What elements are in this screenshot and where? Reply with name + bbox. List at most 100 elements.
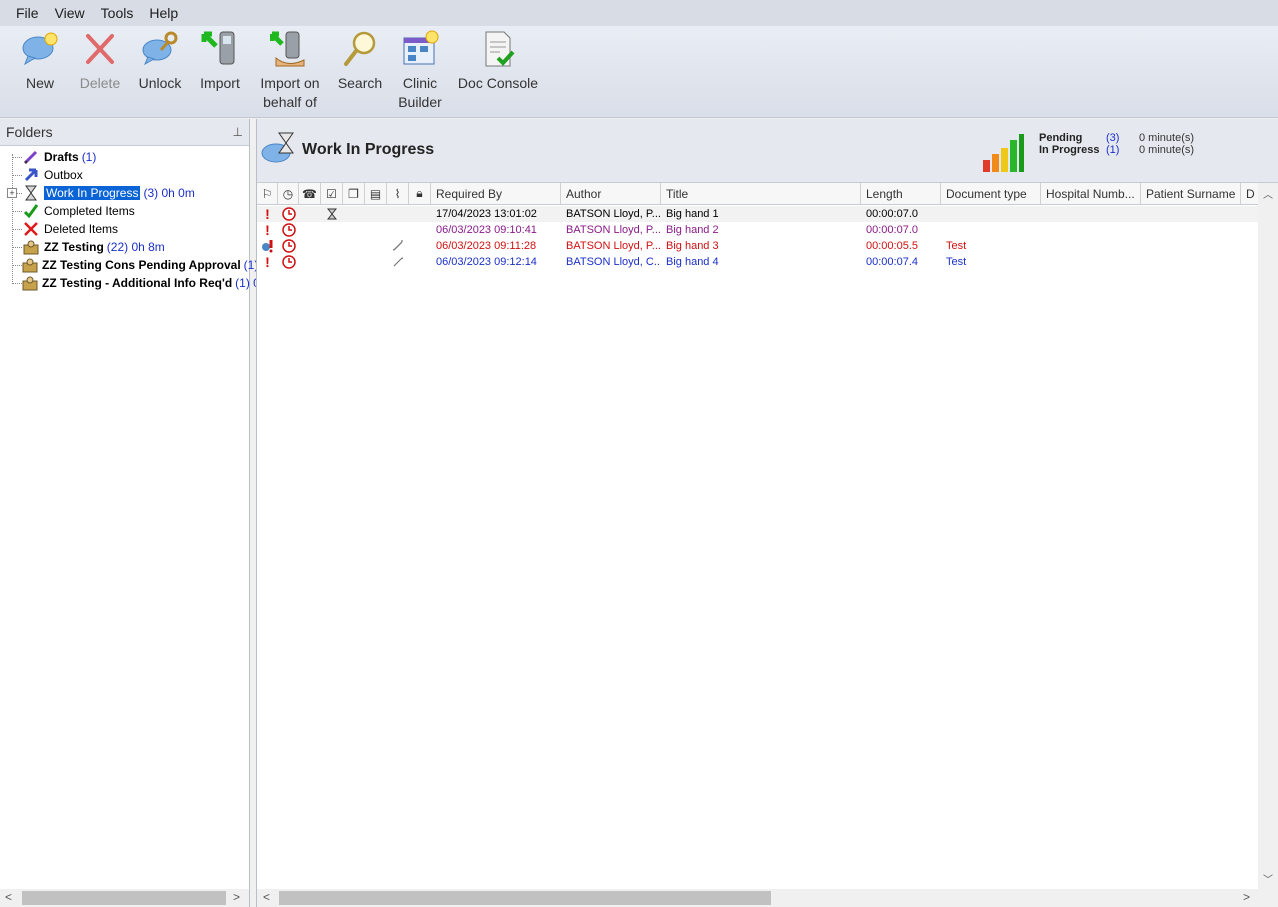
- menu-view[interactable]: View: [47, 5, 93, 21]
- doc-console-label: Doc Console: [457, 75, 539, 91]
- alarm-clock-icon: [278, 238, 299, 254]
- scroll-up-icon[interactable]: ︿: [1263, 186, 1273, 201]
- col-length[interactable]: Length: [861, 183, 941, 204]
- clock-icon: ◷: [282, 186, 294, 201]
- import-device-icon: [201, 31, 235, 65]
- new-button[interactable]: New: [16, 28, 64, 93]
- page-title: Work In Progress: [302, 141, 435, 158]
- col-hospital-number[interactable]: Hospital Numb...: [1041, 183, 1141, 204]
- cell-author: BATSON Lloyd, P...: [566, 224, 661, 236]
- ribbon-toolbar: New Delete Unlock Import Import on behal…: [0, 26, 1278, 118]
- doc-console-button[interactable]: Doc Console: [456, 28, 540, 93]
- grid-hscrollbar[interactable]: < >: [257, 889, 1278, 907]
- pending-label: Pending: [1039, 132, 1083, 144]
- grid-vscrollbar[interactable]: ︿ ﹀: [1258, 183, 1278, 889]
- cell-author: BATSON Lloyd, P...: [566, 240, 661, 252]
- cell-length: 00:00:07.0: [866, 208, 918, 220]
- col-phone[interactable]: ☎: [299, 183, 321, 204]
- folder-zz-testing[interactable]: ZZ Testing (22) 0h 8m: [0, 238, 249, 256]
- menu-help[interactable]: Help: [141, 5, 186, 21]
- grid-header: ⚐ ◷ ☎ ☑ ❐ ▤ ⌇ 🔒︎ Required By Author Titl…: [257, 183, 1259, 205]
- col-attachment[interactable]: ⌇: [387, 183, 409, 204]
- scroll-right-icon[interactable]: >: [1243, 890, 1250, 904]
- folder-label: Deleted Items: [44, 222, 119, 236]
- col-required-by[interactable]: Required By: [431, 183, 561, 204]
- clinic-builder-label-2: Builder: [398, 94, 442, 110]
- checkmark-icon: [22, 203, 40, 219]
- col-d[interactable]: D: [1241, 183, 1259, 204]
- folders-hscrollbar[interactable]: < >: [0, 889, 249, 907]
- delete-button[interactable]: Delete: [78, 28, 122, 93]
- main-header: Work In Progress Pending (3) 0 minute(s)…: [257, 119, 1278, 183]
- scroll-thumb[interactable]: [279, 891, 771, 905]
- clinic-builder-icon: [403, 30, 439, 65]
- doc-console-icon: [485, 31, 515, 67]
- folder-outbox[interactable]: Outbox: [0, 166, 249, 184]
- delete-x-icon: [22, 221, 40, 237]
- col-title[interactable]: Title: [661, 183, 861, 204]
- shared-folder-icon: [22, 257, 38, 273]
- col-document-type[interactable]: Document type: [941, 183, 1041, 204]
- priority-icon: !: [265, 206, 270, 222]
- search-label: Search: [337, 75, 383, 91]
- flag-icon: ⚐: [261, 186, 273, 201]
- folders-header: Folders ⊥: [0, 119, 249, 146]
- col-clipboard[interactable]: ▤: [365, 183, 387, 204]
- folders-title: Folders: [6, 124, 53, 140]
- col-flag[interactable]: ⚐: [257, 183, 278, 204]
- folder-label: ZZ Testing: [44, 240, 104, 254]
- folders-panel: Folders ⊥ Drafts (1) Outbox + Work In Pr…: [0, 119, 268, 907]
- import-button[interactable]: Import: [196, 28, 244, 93]
- col-author[interactable]: Author: [561, 183, 661, 204]
- folder-count: (1): [81, 150, 97, 164]
- in-progress-count: (1): [1106, 144, 1120, 156]
- col-checklist[interactable]: ☑: [321, 183, 343, 204]
- pending-count: (3): [1106, 132, 1120, 144]
- table-row[interactable]: ! 06/03/2023 09:10:41 BATSON Lloyd, P...…: [257, 222, 1259, 238]
- priority-icon: !: [265, 254, 270, 270]
- folder-zz-testing-additional-info[interactable]: ZZ Testing - Additional Info Req'd (1) 0: [0, 274, 260, 292]
- scroll-left-icon[interactable]: <: [263, 890, 270, 904]
- scroll-thumb[interactable]: [22, 891, 226, 905]
- shared-folder-icon: [22, 239, 40, 255]
- folder-completed-items[interactable]: Completed Items: [0, 202, 249, 220]
- cell-required-by: 06/03/2023 09:10:41: [436, 224, 537, 236]
- menu-tools[interactable]: Tools: [93, 5, 142, 21]
- table-row[interactable]: ! 06/03/2023 09:12:14 BATSON Lloyd, C...…: [257, 254, 1259, 270]
- paperclip-icon: [387, 254, 409, 270]
- search-button[interactable]: Search: [336, 28, 384, 93]
- cell-author: BATSON Lloyd, P...: [566, 208, 661, 220]
- in-progress-label: In Progress: [1039, 144, 1100, 156]
- col-lock[interactable]: 🔒︎: [409, 183, 431, 204]
- folder-work-in-progress[interactable]: + Work In Progress (3) 0h 0m: [0, 184, 249, 202]
- unlock-button[interactable]: Unlock: [136, 28, 184, 93]
- stats-summary: Pending (3) 0 minute(s) In Progress (1) …: [1039, 132, 1194, 156]
- import-on-behalf-button[interactable]: Import on behalf of: [256, 28, 324, 112]
- menu-file[interactable]: File: [8, 5, 47, 21]
- checklist-icon: ☑: [326, 186, 337, 201]
- folder-zz-testing-cons-pending[interactable]: ZZ Testing Cons Pending Approval (1) 0: [0, 256, 268, 274]
- expand-toggle[interactable]: +: [7, 188, 17, 198]
- cell-length: 00:00:07.0: [866, 224, 918, 236]
- alarm-clock-icon: [278, 222, 299, 238]
- pin-icon[interactable]: ⊥: [233, 125, 243, 139]
- cell-title: Big hand 1: [666, 208, 719, 220]
- clipboard-icon: ▤: [369, 186, 382, 201]
- table-row[interactable]: ! 17/04/2023 13:01:02 BATSON Lloyd, P...…: [257, 206, 1259, 222]
- col-clock[interactable]: ◷: [278, 183, 299, 204]
- import-behalf-label-2: behalf of: [263, 94, 317, 110]
- scroll-down-icon[interactable]: ﹀: [1263, 871, 1273, 886]
- col-patient-surname[interactable]: Patient Surname: [1141, 183, 1241, 204]
- table-row[interactable]: 06/03/2023 09:11:28 BATSON Lloyd, P... B…: [257, 238, 1259, 254]
- cell-required-by: 17/04/2023 13:01:02: [436, 208, 537, 220]
- clinic-builder-button[interactable]: Clinic Builder: [396, 28, 444, 112]
- scroll-right-icon[interactable]: >: [233, 890, 240, 904]
- scroll-left-icon[interactable]: <: [5, 890, 12, 904]
- folder-label: Drafts: [44, 150, 79, 164]
- folder-deleted-items[interactable]: Deleted Items: [0, 220, 249, 238]
- col-copy[interactable]: ❐: [343, 183, 365, 204]
- alarm-clock-icon: [278, 254, 299, 270]
- folder-count: (3) 0h 0m: [143, 186, 195, 200]
- folder-drafts[interactable]: Drafts (1): [0, 148, 249, 166]
- cell-title: Big hand 3: [666, 240, 719, 252]
